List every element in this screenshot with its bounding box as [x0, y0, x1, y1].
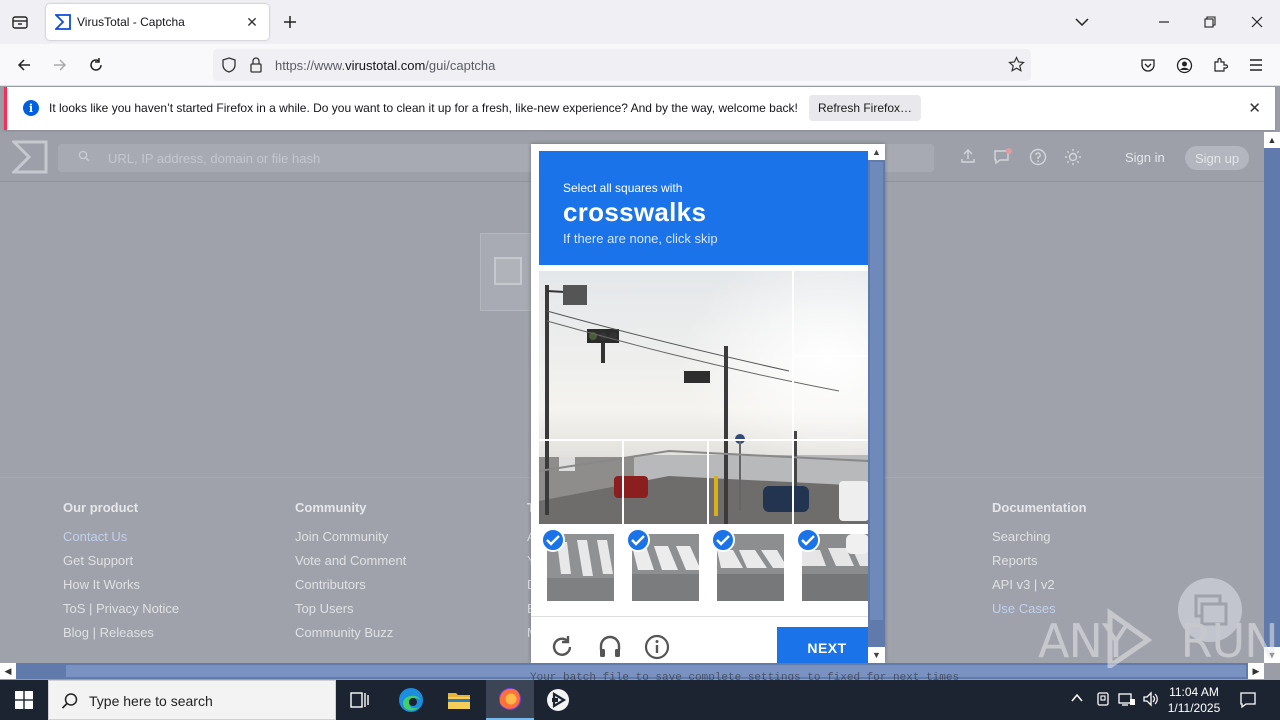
taskbar-search-placeholder: Type here to search: [89, 693, 213, 709]
close-window-icon[interactable]: [1245, 10, 1269, 34]
footer-link[interactable]: Vote and Comment: [295, 553, 406, 577]
footer-link[interactable]: Top Users: [295, 601, 406, 625]
challenge-info-icon[interactable]: [644, 634, 670, 660]
clock-date: 1/11/2025: [1167, 701, 1221, 715]
footer-heading: Our product: [63, 500, 139, 515]
challenge-scrollbar-thumb[interactable]: [870, 162, 883, 620]
challenge-divider: [531, 616, 885, 617]
recaptcha-checkbox[interactable]: [494, 257, 522, 285]
url-text[interactable]: https://www.virustotal.com/gui/captcha: [275, 58, 495, 73]
footer-link[interactable]: Contributors: [295, 577, 406, 601]
firefox-refresh-notification: i It looks like you haven’t started Fire…: [4, 87, 1275, 130]
scroll-left-icon[interactable]: ◀: [0, 663, 16, 679]
footer-link[interactable]: ToS | Privacy Notice: [63, 601, 179, 625]
tracking-protection-icon[interactable]: [221, 57, 237, 73]
footer-link[interactable]: Blog | Releases: [63, 625, 179, 649]
sign-in-link[interactable]: Sign in: [1125, 150, 1165, 165]
device-icon[interactable]: [1095, 691, 1111, 710]
next-button[interactable]: NEXT: [777, 627, 877, 663]
info-icon: i: [23, 100, 39, 116]
menu-icon[interactable]: [1243, 52, 1269, 78]
new-tab-icon[interactable]: [278, 10, 302, 34]
footer-link[interactable]: Community Buzz: [295, 625, 406, 649]
clock-time: 11:04 AM: [1169, 685, 1219, 699]
sign-up-button[interactable]: Sign up: [1185, 146, 1249, 170]
selected-check-icon: [626, 528, 650, 552]
firefox-taskbar-icon[interactable]: [486, 680, 534, 720]
footer-heading: Documentation: [992, 500, 1087, 515]
list-tabs-icon[interactable]: [1070, 10, 1094, 34]
back-icon[interactable]: [11, 52, 37, 78]
reload-challenge-icon[interactable]: [549, 634, 575, 660]
theme-toggle-icon[interactable]: [1063, 148, 1083, 168]
action-center-icon[interactable]: [1239, 691, 1257, 712]
navigation-bar: https://www.virustotal.com/gui/captcha: [0, 44, 1280, 86]
selected-check-icon: [796, 528, 820, 552]
account-icon[interactable]: [1171, 52, 1197, 78]
street-photo: [539, 271, 868, 524]
challenge-header: Select all squares with crosswalks If th…: [539, 151, 868, 265]
footer-column-product: Our product Contact Us Get Support How I…: [63, 500, 179, 649]
lock-icon[interactable]: [249, 57, 263, 73]
reload-icon[interactable]: [83, 52, 109, 78]
windows-logo-icon: [15, 691, 33, 709]
watermark-text: ANY RUN: [1038, 614, 1279, 668]
scroll-down-icon[interactable]: ▼: [868, 647, 885, 663]
scroll-up-icon[interactable]: ▲: [868, 144, 885, 160]
search-icon: [78, 150, 90, 165]
audio-challenge-icon[interactable]: [597, 634, 623, 660]
tab-strip: VirusTotal - Captcha ✕: [0, 0, 1280, 44]
notifications-icon[interactable]: [993, 148, 1013, 168]
tab-close-icon[interactable]: ✕: [241, 14, 263, 31]
footer-link[interactable]: Get Support: [63, 553, 179, 577]
forward-icon[interactable]: [47, 52, 73, 78]
search-placeholder: URL, IP address, domain or file hash: [108, 151, 321, 166]
task-view-icon[interactable]: [336, 680, 384, 720]
refresh-firefox-button[interactable]: Refresh Firefox…: [809, 95, 921, 121]
anyrun-watermark: ANY RUN: [1038, 578, 1279, 671]
footer-link[interactable]: Join Community: [295, 529, 406, 553]
anyrun-taskbar-icon[interactable]: [534, 680, 582, 720]
notification-close-icon[interactable]: ✕: [1248, 99, 1261, 117]
file-explorer-icon[interactable]: [435, 680, 483, 720]
challenge-image[interactable]: [539, 271, 868, 524]
notification-text: It looks like you haven’t started Firefo…: [49, 101, 798, 115]
help-icon[interactable]: [1028, 148, 1048, 168]
challenge-instruction: Select all squares with: [563, 181, 683, 195]
bookmark-star-icon[interactable]: [1008, 56, 1025, 73]
tab-overview-icon[interactable]: [8, 10, 32, 34]
show-hidden-icons-icon[interactable]: [1070, 691, 1084, 708]
url-bar[interactable]: https://www.virustotal.com/gui/captcha: [213, 49, 1031, 81]
challenge-scrollbar[interactable]: ▲ ▼: [868, 144, 885, 663]
minimize-icon[interactable]: [1152, 10, 1176, 34]
browser-tab[interactable]: VirusTotal - Captcha ✕: [46, 4, 269, 40]
volume-icon[interactable]: [1142, 691, 1160, 710]
challenge-target: crosswalks: [563, 197, 707, 227]
taskbar-clock[interactable]: 11:04 AM 1/11/2025: [1160, 684, 1228, 716]
recaptcha-challenge: Select all squares with crosswalks If th…: [531, 144, 885, 663]
selected-check-icon: [711, 528, 735, 552]
selected-check-icon: [541, 528, 565, 552]
footer-column-community: Community Join Community Vote and Commen…: [295, 500, 406, 649]
upload-icon[interactable]: [958, 148, 978, 168]
virustotal-favicon-icon: [55, 14, 71, 30]
challenge-hint: If there are none, click skip: [563, 231, 718, 246]
taskbar-search-input[interactable]: Type here to search: [48, 680, 336, 720]
search-icon: [61, 693, 78, 709]
windows-taskbar: Type here to search 11:04 AM 1/11/2025: [0, 680, 1280, 720]
restore-icon[interactable]: [1198, 10, 1222, 34]
start-button[interactable]: [0, 680, 48, 720]
footer-heading: Community: [295, 500, 367, 515]
extensions-icon[interactable]: [1207, 52, 1233, 78]
edge-browser-icon[interactable]: [387, 680, 435, 720]
tab-title: VirusTotal - Captcha: [77, 15, 185, 29]
pocket-icon[interactable]: [1135, 52, 1161, 78]
footer-link[interactable]: Searching: [992, 529, 1087, 553]
footer-link[interactable]: Contact Us: [63, 529, 179, 553]
footer-link[interactable]: How It Works: [63, 577, 179, 601]
scroll-up-icon[interactable]: ▲: [1264, 132, 1280, 148]
virustotal-logo-icon[interactable]: [12, 140, 48, 174]
network-icon[interactable]: [1118, 691, 1136, 710]
footer-link[interactable]: Reports: [992, 553, 1087, 577]
